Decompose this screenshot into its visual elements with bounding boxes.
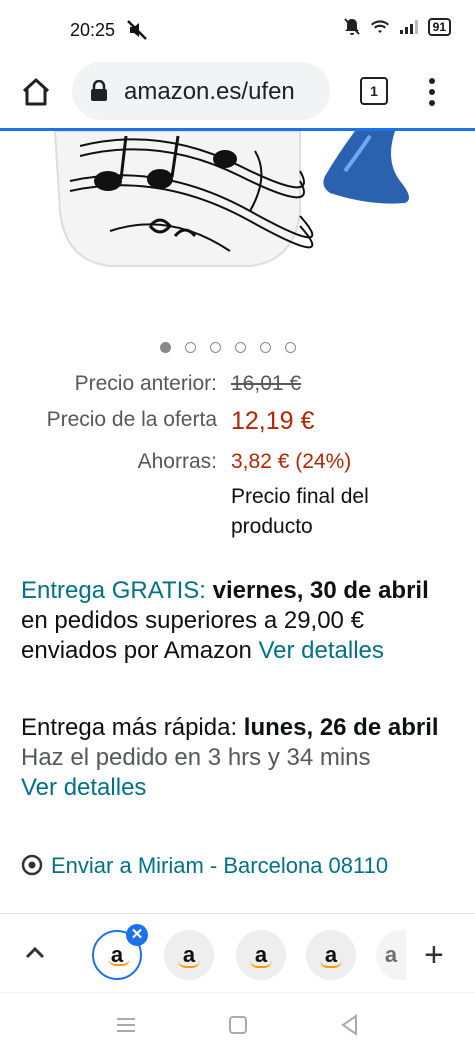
lock-icon xyxy=(91,80,107,101)
carousel-dot[interactable] xyxy=(285,342,296,353)
carousel-dot[interactable] xyxy=(185,342,196,353)
old-price-label: Precio anterior: xyxy=(74,372,217,395)
back-nav-icon[interactable] xyxy=(338,1013,362,1037)
old-price-value: 16,01 € xyxy=(231,372,302,395)
overflow-menu-icon[interactable] xyxy=(426,76,438,108)
amazon-logo-icon: a xyxy=(384,942,398,967)
fast-delivery-details-link[interactable]: Ver detalles xyxy=(21,774,146,801)
recents-menu-icon[interactable] xyxy=(114,1013,138,1037)
battery-icon: 91 xyxy=(427,18,451,36)
bell-off-icon xyxy=(343,18,360,35)
tab-amazon-partial[interactable]: a xyxy=(376,930,406,980)
tab-strip: a ✕ a a a a + xyxy=(0,918,475,992)
carousel-dot[interactable] xyxy=(160,342,171,353)
savings-label: Ahorras: xyxy=(137,450,217,473)
carousel-dot[interactable] xyxy=(235,342,246,353)
status-bar: 20:25 91 xyxy=(0,0,475,56)
status-icons: 91 xyxy=(343,18,451,36)
address-bar[interactable]: amazon.es/ufen xyxy=(72,62,330,120)
signal-icon xyxy=(399,20,418,34)
fast-delivery-date: lunes, 26 de abril xyxy=(243,714,439,741)
browser-toolbar: amazon.es/ufen 1 xyxy=(0,56,475,128)
tab-amazon-active[interactable]: a ✕ xyxy=(92,924,148,980)
fast-delivery-block: Entrega más rápida: lunes, 26 de abril H… xyxy=(21,713,451,803)
amazon-smile-icon xyxy=(250,960,272,968)
ship-to-text[interactable]: Enviar a Miriam - Barcelona 08110 xyxy=(51,853,388,879)
deal-price-label: Precio de la oferta xyxy=(46,408,217,431)
tab-switcher-button[interactable]: 1 xyxy=(360,77,388,105)
chevron-up-icon[interactable] xyxy=(24,944,46,960)
close-tab-icon[interactable]: ✕ xyxy=(126,924,148,946)
savings-value: 3,82 € (24%) xyxy=(231,450,352,473)
location-pin-icon xyxy=(21,854,43,876)
product-image[interactable] xyxy=(0,131,475,321)
tab-amazon[interactable]: a xyxy=(236,930,286,980)
tab-amazon[interactable]: a xyxy=(164,930,214,980)
free-delivery-details-link[interactable]: Ver detalles xyxy=(258,637,383,664)
ship-to-link[interactable]: Enviar a Miriam - Barcelona 08110 xyxy=(21,853,388,879)
deal-price-value: 12,19 € xyxy=(231,407,315,435)
free-delivery-block: Entrega GRATIS: viernes, 30 de abril en … xyxy=(21,576,451,666)
home-icon[interactable] xyxy=(20,76,52,108)
final-price-note: Precio final del producto xyxy=(231,485,369,538)
amazon-smile-icon xyxy=(178,960,200,968)
divider xyxy=(0,913,475,914)
system-nav-bar xyxy=(0,992,475,1057)
new-tab-icon[interactable]: + xyxy=(424,938,444,972)
fast-delivery-label: Entrega más rápida: xyxy=(21,714,238,741)
free-delivery-label: Entrega GRATIS: xyxy=(21,577,206,604)
url-text[interactable]: amazon.es/ufen xyxy=(124,78,328,106)
amazon-smile-icon xyxy=(320,960,342,968)
home-nav-icon[interactable] xyxy=(226,1013,250,1037)
free-delivery-date: viernes, 30 de abril xyxy=(212,577,429,604)
amazon-smile-icon xyxy=(108,958,130,966)
tab-amazon[interactable]: a xyxy=(306,930,356,980)
mute-icon xyxy=(127,20,147,40)
carousel-dot[interactable] xyxy=(210,342,221,353)
carousel-dot[interactable] xyxy=(260,342,271,353)
image-carousel-dots[interactable] xyxy=(160,342,296,353)
order-countdown: Haz el pedido en 3 hrs y 34 mins xyxy=(21,744,371,771)
status-time: 20:25 xyxy=(70,20,116,40)
wifi-icon xyxy=(370,20,389,33)
